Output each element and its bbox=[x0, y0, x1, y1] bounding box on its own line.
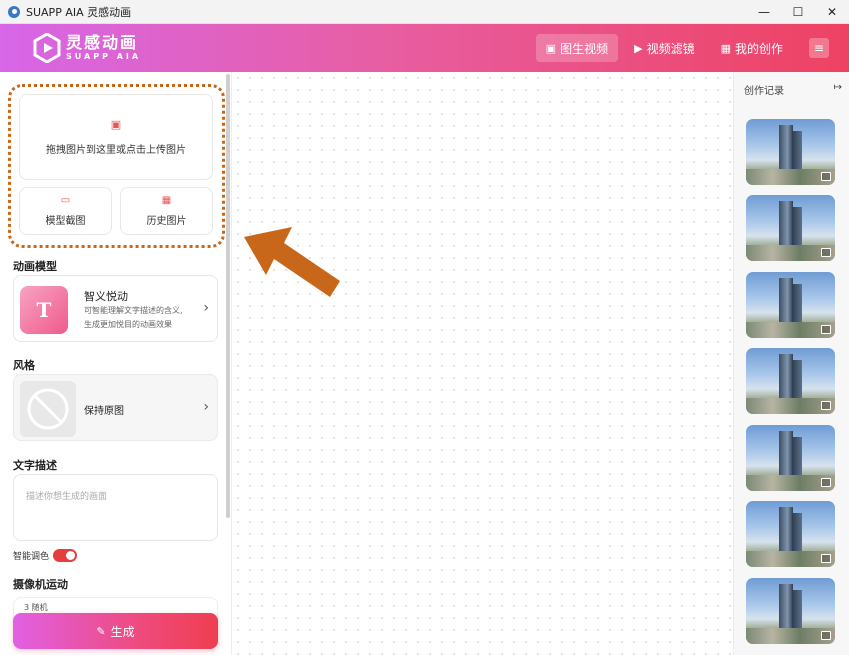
close-button[interactable]: ✕ bbox=[815, 0, 849, 24]
app-header: 灵感动画 SUAPP AIA ▣ 图生视频 ▶ 视频滤镜 ▦ 我的创作 ≡ bbox=[0, 24, 849, 72]
history-images-label: 历史图片 bbox=[146, 216, 187, 227]
history-thumbnail[interactable] bbox=[746, 578, 835, 644]
window-controls: — ☐ ✕ bbox=[747, 0, 849, 24]
image-badge-icon bbox=[821, 325, 831, 334]
generate-button[interactable]: ✎ 生成 bbox=[13, 613, 218, 649]
camera-motion-value: 3 随机 bbox=[24, 603, 48, 612]
history-thumbnail[interactable] bbox=[746, 272, 835, 338]
image-badge-icon bbox=[821, 631, 831, 640]
window-title: SUAPP AIA 灵感动画 bbox=[26, 5, 132, 19]
model-capture-label: 模型截图 bbox=[45, 216, 86, 227]
model-desc-line: 可智能理解文字描述的含义, bbox=[84, 306, 183, 315]
grid-icon: ▦ bbox=[720, 41, 731, 55]
smart-color-row: 智能调色 bbox=[13, 549, 78, 562]
panel-scrollbar[interactable] bbox=[226, 74, 230, 518]
model-name: 智义悦动 bbox=[84, 290, 128, 303]
history-images-button[interactable]: ▦ 历史图片 bbox=[120, 187, 213, 235]
top-nav: ▣ 图生视频 ▶ 视频滤镜 ▦ 我的创作 ≡ bbox=[530, 34, 829, 62]
prompt-section-title: 文字描述 bbox=[13, 459, 57, 472]
chevron-right-icon: › bbox=[203, 300, 209, 316]
history-thumbnail[interactable] bbox=[746, 119, 835, 185]
history-thumbnail[interactable] bbox=[746, 501, 835, 567]
style-selector[interactable]: 保持原图 › bbox=[13, 374, 218, 441]
preview-canvas[interactable] bbox=[232, 72, 733, 655]
history-title: 创作记录 bbox=[744, 86, 784, 97]
animation-model-selector[interactable]: T 智义悦动 可智能理解文字描述的含义, 生成更加悦目的动画效果 › bbox=[13, 275, 218, 342]
history-panel: 创作记录 ↦ bbox=[733, 72, 849, 655]
prompt-textarea[interactable]: 描述你想生成的画面 bbox=[13, 474, 218, 541]
model-capture-button[interactable]: ▭ 模型截图 bbox=[19, 187, 112, 235]
nav-image-to-video[interactable]: ▣ 图生视频 bbox=[535, 34, 619, 62]
collapse-panel-icon[interactable]: ↦ bbox=[834, 82, 842, 93]
brand-logo: 灵感动画 SUAPP AIA bbox=[32, 33, 141, 63]
model-desc-line: 生成更加悦目的动画效果 bbox=[84, 320, 172, 329]
image-icon: ▣ bbox=[110, 118, 122, 131]
model-description: 可智能理解文字描述的含义, 生成更加悦目的动画效果 bbox=[84, 304, 204, 332]
history-thumbnail[interactable] bbox=[746, 425, 835, 491]
image-badge-icon bbox=[821, 172, 831, 181]
brand-name-en: SUAPP AIA bbox=[66, 52, 142, 61]
no-style-icon bbox=[20, 381, 76, 437]
model-section-title: 动画模型 bbox=[13, 260, 57, 273]
brand-text: 灵感动画 SUAPP AIA bbox=[66, 34, 141, 62]
nav-my-creations[interactable]: ▦ 我的创作 bbox=[711, 34, 793, 62]
nav-label: 我的创作 bbox=[734, 41, 783, 56]
app-icon bbox=[8, 5, 20, 18]
nav-label: 图生视频 bbox=[560, 41, 609, 56]
generate-label: 生成 bbox=[110, 624, 135, 639]
style-section-title: 风格 bbox=[13, 359, 35, 372]
grid-icon: ▦ bbox=[161, 195, 172, 206]
annotation-arrow-icon bbox=[244, 227, 340, 297]
model-thumb-letter: T bbox=[36, 298, 52, 322]
upload-text: 拖拽图片到这里或点击上传图片 bbox=[46, 145, 186, 156]
magic-wand-icon: ✎ bbox=[96, 624, 106, 638]
chevron-right-icon: › bbox=[203, 399, 209, 415]
smart-color-toggle[interactable] bbox=[53, 549, 78, 562]
maximize-button[interactable]: ☐ bbox=[781, 0, 815, 24]
settings-panel: ▣ 拖拽图片到这里或点击上传图片 ▭ 模型截图 ▦ 历史图片 动画模型 T 智义… bbox=[0, 72, 232, 655]
history-header: 创作记录 ↦ bbox=[744, 82, 842, 97]
image-badge-icon bbox=[821, 248, 831, 257]
minimize-button[interactable]: — bbox=[747, 0, 781, 24]
image-badge-icon bbox=[821, 401, 831, 410]
style-name: 保持原图 bbox=[84, 406, 124, 417]
camera-section-title: 摄像机运动 bbox=[13, 578, 68, 591]
folder-icon: ▭ bbox=[60, 195, 71, 206]
logo-hexagon-icon bbox=[33, 33, 61, 63]
upload-dropzone[interactable]: ▣ 拖拽图片到这里或点击上传图片 bbox=[19, 94, 213, 180]
window-titlebar: SUAPP AIA 灵感动画 — ☐ ✕ bbox=[0, 0, 849, 24]
image-badge-icon bbox=[821, 478, 831, 487]
history-thumbnail[interactable] bbox=[746, 195, 835, 261]
model-thumbnail: T bbox=[20, 286, 68, 334]
nav-label: 视频滤镜 bbox=[646, 41, 695, 56]
brand-name-cn: 灵感动画 bbox=[66, 33, 139, 52]
history-thumbnail[interactable] bbox=[746, 348, 835, 414]
smart-color-label: 智能调色 bbox=[13, 552, 50, 562]
nav-video-filter[interactable]: ▶ 视频滤镜 bbox=[624, 34, 704, 62]
play-circle-icon: ▶ bbox=[634, 41, 643, 55]
image-icon: ▣ bbox=[545, 41, 557, 55]
prompt-placeholder: 描述你想生成的画面 bbox=[26, 492, 108, 502]
image-badge-icon bbox=[821, 554, 831, 563]
hamburger-menu-button[interactable]: ≡ bbox=[809, 38, 829, 58]
